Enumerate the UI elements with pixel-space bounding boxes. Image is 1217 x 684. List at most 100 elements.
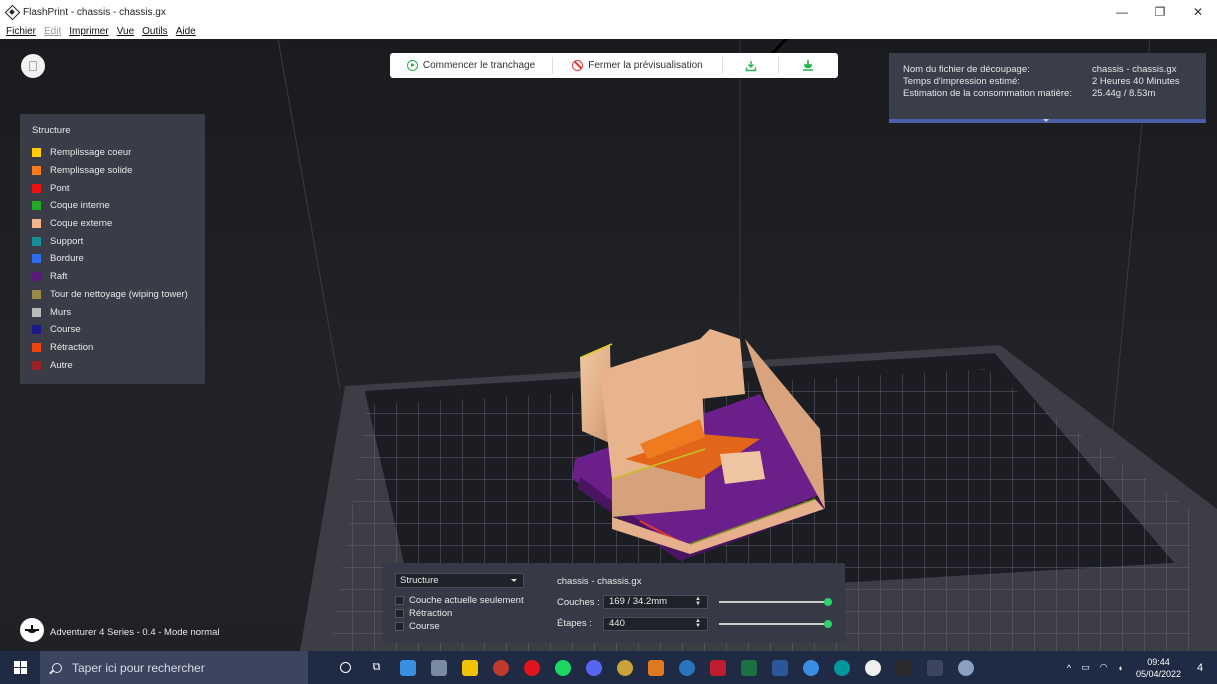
close-preview-button[interactable]: Fermer la prévisualisation xyxy=(553,57,723,74)
taskbar-app[interactable] xyxy=(609,651,640,684)
start-button[interactable] xyxy=(0,651,40,684)
menu-file[interactable]: Fichier xyxy=(6,26,36,37)
printer-mode-label: Adventurer 4 Series - 0.4 - Mode normal xyxy=(50,627,220,638)
structure-legend: Structure Remplissage coeur Remplissage s… xyxy=(20,114,205,384)
checkbox-label: Rétraction xyxy=(409,608,453,619)
steps-slider[interactable] xyxy=(719,620,832,628)
legend-label: Raft xyxy=(50,271,68,283)
chevron-up-icon[interactable]: ^ xyxy=(1067,663,1071,673)
retraction-checkbox[interactable]: Rétraction xyxy=(395,608,452,619)
task-view-button[interactable]: ⧉ xyxy=(361,651,392,684)
info-label: Nom du fichier de découpage: xyxy=(903,64,1030,75)
legend-label: Autre xyxy=(50,359,73,371)
start-slicing-button[interactable]: Commencer le tranchage xyxy=(390,57,553,74)
legend-swatch xyxy=(32,342,41,352)
legend-swatch xyxy=(32,289,41,299)
preview-file-name: chassis - chassis.gx xyxy=(557,576,642,587)
expand-caret-icon[interactable] xyxy=(1043,119,1049,122)
taskbar-app[interactable] xyxy=(795,651,826,684)
notification-count: 4 xyxy=(1196,661,1204,674)
layers-slider[interactable] xyxy=(719,598,832,606)
legend-item: Remplissage coeur xyxy=(32,144,205,162)
3d-viewport[interactable]: Commencer le tranchage Fermer la prévisu… xyxy=(0,39,1217,651)
window-title: FlashPrint - chassis - chassis.gx xyxy=(23,6,166,18)
epic-games-button[interactable] xyxy=(888,651,919,684)
cortana-button[interactable] xyxy=(330,651,361,684)
file-explorer-button[interactable] xyxy=(454,651,485,684)
steam-button[interactable] xyxy=(671,651,702,684)
start-slicing-label: Commencer le tranchage xyxy=(422,60,536,71)
send-to-printer-button[interactable] xyxy=(779,57,837,74)
download-icon xyxy=(745,60,756,71)
checkbox-box[interactable] xyxy=(395,609,404,618)
epic-games-icon xyxy=(895,659,912,676)
menu-view[interactable]: Vue xyxy=(117,26,134,37)
system-tray: ^ ▭ ◠ ◖ 09:44 05/04/2022 4 xyxy=(1062,651,1217,684)
slider-handle[interactable] xyxy=(824,620,832,628)
app-icon xyxy=(957,659,974,676)
discord-button[interactable] xyxy=(578,651,609,684)
legend-label: Remplissage coeur xyxy=(50,147,132,159)
pinned-apps: ⧉ xyxy=(330,651,981,684)
checkbox-box[interactable] xyxy=(395,596,404,605)
taskbar-app[interactable] xyxy=(950,651,981,684)
wifi-icon[interactable]: ◠ xyxy=(1100,662,1108,673)
volume-icon[interactable]: ◖ xyxy=(1118,663,1123,673)
close-preview-label: Fermer la prévisualisation xyxy=(588,60,703,71)
legend-label: Pont xyxy=(50,182,70,194)
spotify-button[interactable] xyxy=(547,651,578,684)
export-button[interactable] xyxy=(723,57,779,74)
legend-label: Murs xyxy=(50,306,72,318)
notifications-button[interactable]: 4 xyxy=(1189,662,1211,674)
steps-spinbox[interactable]: 440 ▲ ▼ xyxy=(603,617,708,631)
legend-swatch xyxy=(32,183,41,193)
file-list-button[interactable] xyxy=(21,54,45,78)
slider-handle[interactable] xyxy=(824,598,832,606)
app-icon xyxy=(616,659,633,676)
menu-help[interactable]: Aide xyxy=(176,26,196,37)
legend-swatch xyxy=(32,236,41,246)
word-button[interactable] xyxy=(764,651,795,684)
minimize-button[interactable]: — xyxy=(1103,0,1141,24)
taskbar-search[interactable]: Taper ici pour rechercher xyxy=(40,651,308,684)
arduino-button[interactable] xyxy=(826,651,857,684)
travel-checkbox[interactable]: Course xyxy=(395,621,440,632)
menu-print[interactable]: Imprimer xyxy=(69,26,108,37)
layers-spinbox[interactable]: 169 / 34.2mm ▲ ▼ xyxy=(603,595,708,609)
steps-label: Étapes : xyxy=(557,618,592,629)
structure-dropdown[interactable]: Structure xyxy=(395,573,524,588)
taskbar-app[interactable] xyxy=(857,651,888,684)
current-layer-only-checkbox[interactable]: Couche actuelle seulement xyxy=(395,595,524,606)
search-placeholder: Taper ici pour rechercher xyxy=(72,660,205,675)
app-icon xyxy=(647,659,664,676)
menu-edit[interactable]: Edit xyxy=(44,26,61,37)
clock-date: 05/04/2022 xyxy=(1135,668,1181,679)
opera-icon xyxy=(523,659,540,676)
clock[interactable]: 09:44 05/04/2022 xyxy=(1136,656,1181,680)
opera-button[interactable] xyxy=(516,651,547,684)
menu-tools[interactable]: Outils xyxy=(142,26,168,37)
info-row-time: Temps d'impression estimé: 2 Heures 40 M… xyxy=(903,76,1192,88)
app-icon xyxy=(430,659,447,676)
maximize-button[interactable]: ❐ xyxy=(1141,0,1179,24)
info-label: Temps d'impression estimé: xyxy=(903,76,1020,87)
legend-item: Bordure xyxy=(32,250,205,268)
close-button[interactable]: ✕ xyxy=(1179,0,1217,24)
spin-arrows-icon[interactable]: ▲ ▼ xyxy=(695,596,701,607)
taskbar-app[interactable] xyxy=(485,651,516,684)
checkbox-box[interactable] xyxy=(395,622,404,631)
filezilla-button[interactable] xyxy=(702,651,733,684)
preview-toolbar: Commencer le tranchage Fermer la prévisu… xyxy=(390,53,838,78)
legend-label: Bordure xyxy=(50,253,84,265)
ban-icon xyxy=(572,60,584,71)
taskbar-app[interactable] xyxy=(640,651,671,684)
cortana-icon xyxy=(340,662,351,673)
flashprint-taskbar-button[interactable] xyxy=(919,651,950,684)
spin-arrows-icon[interactable]: ▲ ▼ xyxy=(695,618,701,629)
battery-icon[interactable]: ▭ xyxy=(1081,662,1090,673)
taskbar-app[interactable] xyxy=(392,651,423,684)
excel-button[interactable] xyxy=(733,651,764,684)
legend-item: Course xyxy=(32,321,205,339)
taskbar-app[interactable] xyxy=(423,651,454,684)
printer-settings-button[interactable] xyxy=(20,618,44,642)
